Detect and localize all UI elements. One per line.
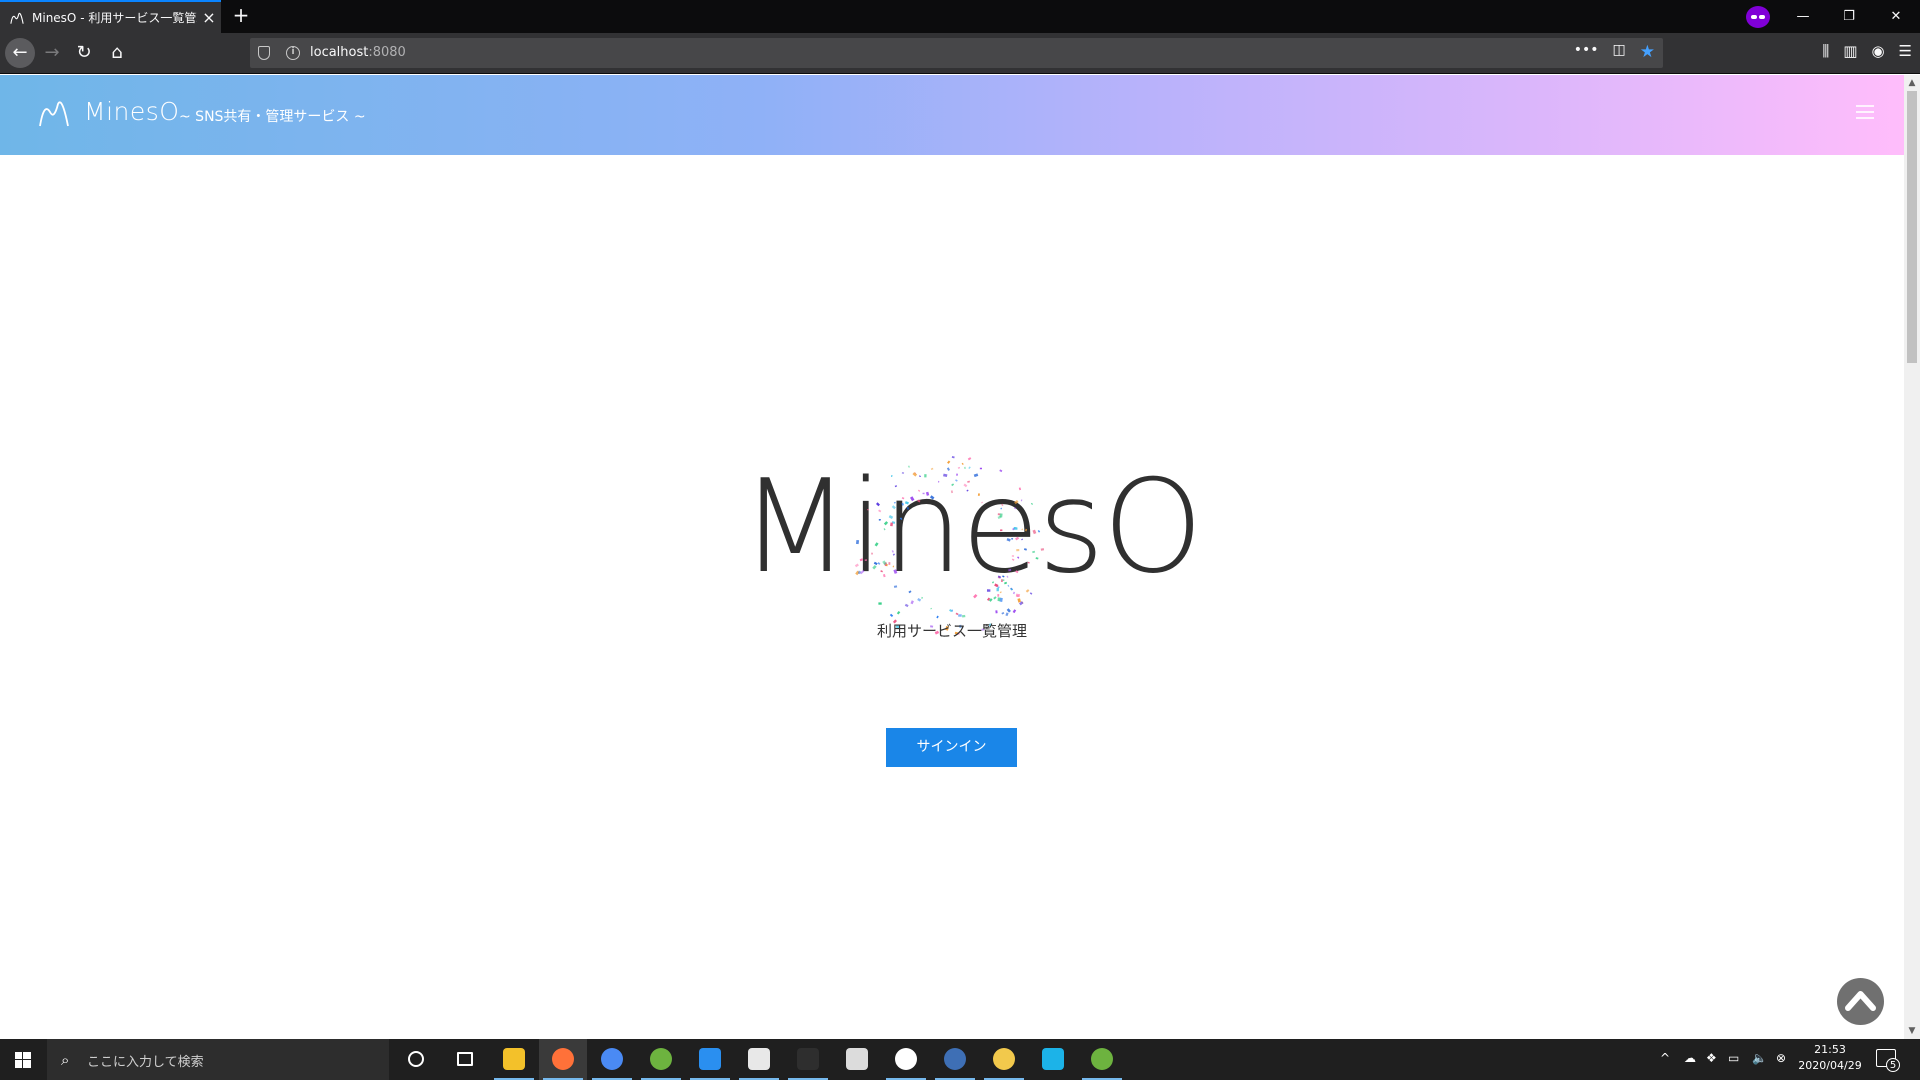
dropbox-icon[interactable]: ❖ [1706,1051,1717,1065]
taskbar-app-azure-storage[interactable] [1029,1039,1077,1080]
site-info-icon[interactable]: i [286,46,300,60]
tab-close-icon[interactable]: × [197,8,221,27]
taskbar-app-clock-app[interactable] [980,1039,1028,1080]
url-bar[interactable]: i localhost:8080 ••• ◫ ★ [250,38,1663,68]
signin-button[interactable]: サインイン [886,728,1017,767]
taskbar-app-chrome[interactable] [588,1039,636,1080]
hamburger-menu-icon[interactable] [1856,105,1874,119]
windows-logo-icon [15,1052,31,1068]
page-actions-icon[interactable]: ••• [1574,42,1599,62]
ime-icon[interactable]: ⊗ [1776,1051,1786,1065]
home-button[interactable]: ⌂ [102,38,132,68]
notepad-icon [846,1048,868,1070]
url-actions: ••• ◫ ★ [1574,42,1655,62]
task-view-icon [457,1052,473,1066]
arrow-left-icon: ← [12,42,28,63]
show-hidden-icons-icon[interactable]: ^ [1660,1051,1670,1065]
keepass-icon [944,1048,966,1070]
confetti-animation [854,456,1045,635]
taskbar-app-typora[interactable] [735,1039,783,1080]
hero-subtitle: 利用サービス一覧管理 [876,622,1027,640]
start-button[interactable] [0,1039,46,1080]
arrow-right-icon: → [44,42,60,63]
minesO-logo-icon[interactable] [38,98,70,128]
browser-titlebar: MinesO - 利用サービス一覧管理 × + — ❐ ✕ [0,0,1920,33]
tab-title: MinesO - 利用サービス一覧管理 [32,11,197,25]
private-browsing-icon [1746,6,1770,28]
windows-taskbar: ⌕ ここに入力して検索 ^ ☁ ❖ ▭ 🔈 ⊗ 21:53 2020/04/29… [0,1039,1920,1080]
new-tab-button[interactable]: + [230,0,252,33]
page-scrollbar[interactable]: ▲ ▼ [1904,75,1920,1039]
volume-muted-icon[interactable]: 🔈 [1752,1051,1767,1065]
search-icon: ⌕ [61,1051,70,1069]
minimize-button[interactable]: — [1780,0,1826,33]
reload-icon: ↻ [76,42,92,63]
browser-navbar: ← → ↻ ⌂ i localhost:8080 ••• ◫ ★ ⫼ ▥ ◉ ☰ [0,33,1920,74]
taskbar-app-keepass[interactable] [931,1039,979,1080]
slack-icon [895,1048,917,1070]
taskbar-app-firefox[interactable] [539,1039,587,1080]
web-page: MinesO ~ SNS共有・管理サービス ~ MinesO 利用サービス一覧管… [0,75,1904,1039]
account-icon[interactable]: ◉ [1871,42,1884,60]
onedrive-icon[interactable]: ☁ [1684,1051,1696,1065]
site-header: MinesO ~ SNS共有・管理サービス ~ [0,75,1904,155]
typora-icon [748,1048,770,1070]
file-explorer-icon [503,1048,525,1070]
tracking-protection-shield-icon[interactable] [258,46,270,60]
clock-time: 21:53 [1814,1043,1846,1056]
taskbar-app-kotlin-ide[interactable] [784,1039,832,1080]
azure-storage-icon [1042,1048,1064,1070]
url-host: localhost [310,45,369,60]
taskbar-app-spring-boot[interactable] [1078,1039,1126,1080]
home-icon: ⌂ [111,42,123,63]
scrollbar-thumb[interactable] [1907,91,1917,363]
taskbar-app-vscode[interactable] [686,1039,734,1080]
library-icon[interactable]: ⫼ [1822,42,1829,60]
reload-button[interactable]: ↻ [69,38,99,68]
kotlin-ide-icon [797,1048,819,1070]
brand-name[interactable]: MinesO [84,97,179,126]
firefox-icon [552,1048,574,1070]
back-button[interactable]: ← [5,38,35,68]
browser-tab[interactable]: MinesO - 利用サービス一覧管理 × [0,0,221,33]
taskbar-app-task-view[interactable] [441,1039,489,1080]
clock-app-icon [993,1048,1015,1070]
brand-tagline: ~ SNS共有・管理サービス ~ [179,109,366,125]
menu-icon[interactable]: ☰ [1899,42,1912,60]
clock[interactable]: 21:53 2020/04/29 [1790,1042,1870,1074]
notification-count-badge: 5 [1886,1058,1900,1072]
pocket-icon[interactable]: ◫ [1613,42,1626,62]
bookmark-star-icon[interactable]: ★ [1640,42,1655,62]
spring-boot-icon [1091,1048,1113,1070]
url-text[interactable]: localhost:8080 [310,45,406,60]
scroll-to-top-button[interactable] [1837,978,1884,1025]
search-placeholder: ここに入力して検索 [87,1055,204,1070]
browser-toolbar: ⫼ ▥ ◉ ☰ [1822,42,1912,60]
taskbar-app-file-explorer[interactable] [490,1039,538,1080]
close-window-button[interactable]: ✕ [1873,0,1919,33]
cortana-icon [408,1051,424,1067]
chrome-icon [601,1048,623,1070]
taskbar-app-notepad[interactable] [833,1039,881,1080]
chevron-up-icon [1845,991,1876,1011]
spring-tool-suite-icon [650,1048,672,1070]
sidebar-icon[interactable]: ▥ [1843,42,1857,60]
network-icon[interactable]: ▭ [1728,1051,1739,1065]
forward-button[interactable]: → [37,38,67,68]
scroll-up-arrow-icon[interactable]: ▲ [1904,75,1920,91]
taskbar-search[interactable]: ⌕ ここに入力して検索 [47,1039,389,1080]
taskbar-app-spring-tool-suite[interactable] [637,1039,685,1080]
taskbar-app-slack[interactable] [882,1039,930,1080]
restore-button[interactable]: ❐ [1826,0,1872,33]
minesO-favicon-icon [10,12,24,24]
scroll-down-arrow-icon[interactable]: ▼ [1904,1023,1920,1039]
taskbar-app-cortana[interactable] [392,1039,440,1080]
url-port: :8080 [368,45,406,60]
clock-date: 2020/04/29 [1798,1059,1862,1072]
vscode-icon [699,1048,721,1070]
